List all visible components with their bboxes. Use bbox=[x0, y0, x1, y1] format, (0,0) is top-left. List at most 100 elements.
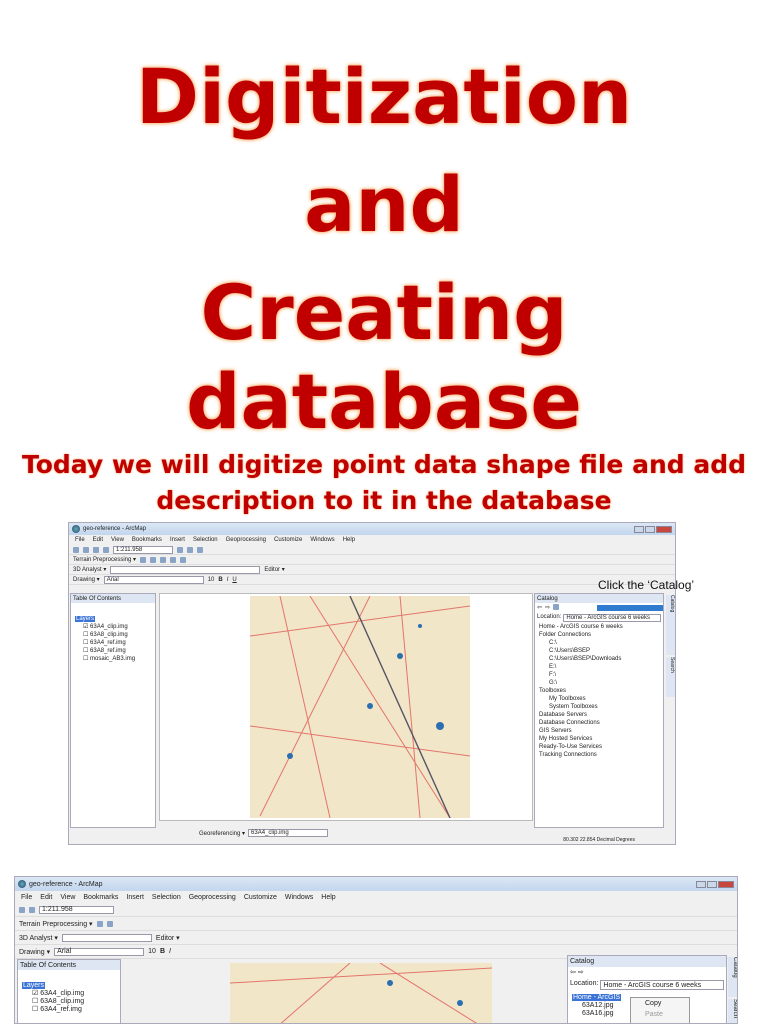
home-icon[interactable] bbox=[553, 604, 560, 610]
toc-layers-root[interactable]: Layers bbox=[22, 982, 46, 989]
catalog-tree-item[interactable]: Ready-To-Use Services bbox=[535, 743, 663, 751]
forward-icon[interactable]: ⇨ bbox=[578, 969, 584, 976]
toc-layer[interactable]: ☑ 63A4_clip.img bbox=[71, 623, 155, 631]
catalog-tree-item[interactable]: System Toolboxes bbox=[535, 703, 663, 711]
identify-icon[interactable] bbox=[180, 556, 187, 563]
drawing-menu[interactable]: Drawing ▾ bbox=[19, 948, 50, 956]
catalog-tree-item[interactable]: My Hosted Services bbox=[535, 735, 663, 743]
catalog-side-tab[interactable]: Catalog bbox=[666, 595, 675, 655]
font-size-combo[interactable]: 10 bbox=[208, 577, 215, 583]
toc-layers-root[interactable]: Layers bbox=[75, 616, 96, 622]
forward-icon[interactable]: ⇨ bbox=[545, 604, 550, 612]
menu-edit[interactable]: Edit bbox=[40, 894, 52, 901]
menu-help[interactable]: Help bbox=[343, 537, 355, 543]
pan-icon[interactable] bbox=[106, 920, 113, 927]
catalog-tree-item[interactable]: E:\ bbox=[535, 663, 663, 671]
pan-icon[interactable] bbox=[160, 556, 167, 563]
menu-file[interactable]: File bbox=[21, 894, 32, 901]
catalog-icon[interactable] bbox=[197, 546, 203, 553]
catalog-tree-item[interactable]: Folder Connections bbox=[535, 631, 663, 639]
font-combo[interactable]: Arial bbox=[103, 575, 204, 584]
underline-icon[interactable]: U bbox=[232, 577, 236, 583]
topographic-map-image[interactable] bbox=[230, 963, 492, 1023]
editor-toolbar-icon[interactable] bbox=[177, 546, 183, 553]
editor-menu[interactable]: Editor ▾ bbox=[264, 566, 284, 573]
catalog-tree-item[interactable]: C:\Users\BSEP bbox=[535, 647, 663, 655]
zoom-in-icon[interactable] bbox=[96, 920, 103, 927]
menu-windows[interactable]: Windows bbox=[310, 537, 334, 543]
zoom-out-icon[interactable] bbox=[150, 556, 157, 563]
catalog-tree-item[interactable]: GIS Servers bbox=[535, 727, 663, 735]
catalog-tree-item[interactable]: Database Connections bbox=[535, 719, 663, 727]
catalog-tree-item[interactable]: Tracking Connections bbox=[535, 751, 663, 759]
menu-windows[interactable]: Windows bbox=[285, 894, 313, 901]
analyst-layer-combo[interactable] bbox=[61, 933, 152, 942]
toc-layer[interactable]: ☐ 63A8_ref.img bbox=[71, 647, 155, 655]
close-button[interactable] bbox=[656, 525, 672, 533]
context-paste[interactable]: Paste bbox=[631, 1009, 689, 1020]
catalog-tree-item[interactable]: C:\Users\BSEP\Downloads bbox=[535, 655, 663, 663]
menu-customize[interactable]: Customize bbox=[274, 537, 302, 543]
catalog-tree-item[interactable]: F:\ bbox=[535, 671, 663, 679]
menu-selection[interactable]: Selection bbox=[193, 537, 218, 543]
catalog-home-selected[interactable]: Home - ArcGIS bbox=[572, 994, 622, 1001]
georeferencing-menu[interactable]: Georeferencing ▾ bbox=[199, 830, 245, 837]
scale-combo[interactable]: 1:211.958 bbox=[113, 545, 173, 554]
save-icon[interactable] bbox=[93, 546, 99, 553]
editor-menu[interactable]: Editor ▾ bbox=[156, 934, 180, 942]
catalog-tree-item[interactable]: Home - ArcGIS course 6 weeks bbox=[535, 623, 663, 631]
italic-icon[interactable]: I bbox=[169, 948, 171, 955]
toc-layer[interactable]: ☐ 63A8_clip.img bbox=[71, 631, 155, 639]
italic-icon[interactable]: I bbox=[227, 577, 229, 583]
menu-insert[interactable]: Insert bbox=[170, 537, 185, 543]
search-side-tab[interactable]: Search bbox=[728, 999, 737, 1023]
3d-analyst-menu[interactable]: 3D Analyst ▾ bbox=[19, 934, 58, 942]
toc-icon[interactable] bbox=[187, 546, 193, 553]
add-data-icon[interactable] bbox=[103, 546, 109, 553]
save-icon[interactable] bbox=[29, 906, 35, 913]
catalog-side-tab[interactable]: Catalog bbox=[728, 957, 737, 997]
new-icon[interactable] bbox=[73, 546, 79, 553]
context-copy[interactable]: Copy bbox=[631, 998, 689, 1009]
map-view[interactable] bbox=[159, 593, 533, 821]
location-combo[interactable]: Home - ArcGIS course 6 weeks bbox=[563, 614, 661, 622]
menu-bookmarks[interactable]: Bookmarks bbox=[132, 537, 162, 543]
menu-bookmarks[interactable]: Bookmarks bbox=[83, 894, 118, 901]
back-icon[interactable]: ⇦ bbox=[570, 969, 576, 976]
georef-layer-combo[interactable]: 63A4_clip.img bbox=[248, 829, 329, 837]
new-icon[interactable] bbox=[19, 906, 25, 913]
back-icon[interactable]: ⇦ bbox=[537, 604, 542, 612]
toc-layer[interactable]: ☑ 63A4_clip.img bbox=[18, 990, 120, 998]
menu-selection[interactable]: Selection bbox=[152, 894, 181, 901]
terrain-preprocessing-menu[interactable]: Terrain Preprocessing ▾ bbox=[19, 920, 93, 928]
catalog-tree-item[interactable]: My Toolboxes bbox=[535, 695, 663, 703]
terrain-preprocessing-menu[interactable]: Terrain Preprocessing ▾ bbox=[73, 556, 136, 563]
catalog-tree-item[interactable]: G:\ bbox=[535, 679, 663, 687]
search-side-tab[interactable]: Search bbox=[666, 657, 675, 697]
open-icon[interactable] bbox=[83, 546, 89, 553]
menu-edit[interactable]: Edit bbox=[93, 537, 103, 543]
full-extent-icon[interactable] bbox=[170, 556, 177, 563]
menu-help[interactable]: Help bbox=[321, 894, 335, 901]
location-combo[interactable]: Home - ArcGIS course 6 weeks bbox=[600, 980, 724, 990]
toc-layer[interactable]: ☐ mosaic_AB3.img bbox=[71, 655, 155, 663]
toc-layer[interactable]: ☐ 63A4_ref.img bbox=[18, 1006, 120, 1014]
bold-icon[interactable]: B bbox=[218, 577, 222, 583]
catalog-tree-item[interactable]: Database Servers bbox=[535, 711, 663, 719]
catalog-tree-item[interactable]: Toolboxes bbox=[535, 687, 663, 695]
menu-insert[interactable]: Insert bbox=[126, 894, 144, 901]
menu-view[interactable]: View bbox=[60, 894, 75, 901]
menu-view[interactable]: View bbox=[111, 537, 124, 543]
font-combo[interactable]: Arial bbox=[54, 947, 145, 956]
3d-analyst-menu[interactable]: 3D Analyst ▾ bbox=[73, 566, 106, 573]
maximize-button[interactable] bbox=[645, 525, 655, 533]
close-button[interactable] bbox=[718, 880, 734, 888]
menu-geoprocessing[interactable]: Geoprocessing bbox=[226, 537, 266, 543]
toc-layer[interactable]: ☐ 63A8_clip.img bbox=[18, 998, 120, 1006]
maximize-button[interactable] bbox=[707, 880, 717, 888]
menu-file[interactable]: File bbox=[75, 537, 85, 543]
catalog-tree-item[interactable]: C:\ bbox=[535, 639, 663, 647]
bold-icon[interactable]: B bbox=[160, 948, 165, 955]
scale-combo[interactable]: 1:211.958 bbox=[39, 905, 114, 914]
zoom-in-icon[interactable] bbox=[140, 556, 147, 563]
